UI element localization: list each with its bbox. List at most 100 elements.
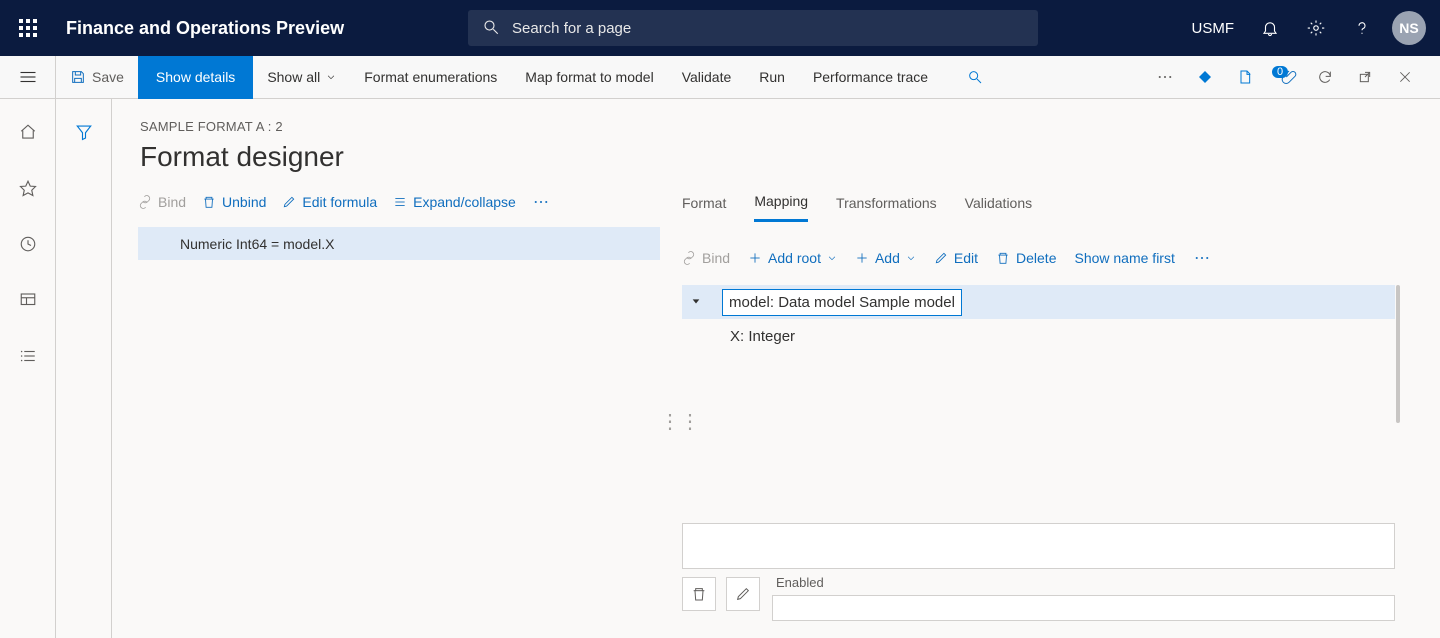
refresh-icon <box>1317 69 1333 85</box>
list-icon <box>19 347 37 365</box>
tab-format[interactable]: Format <box>682 195 726 221</box>
show-name-first-button[interactable]: Show name first <box>1074 250 1174 266</box>
waffle-icon <box>19 19 37 37</box>
modules-nav-button[interactable] <box>8 341 48 371</box>
map-format-to-model-button[interactable]: Map format to model <box>511 56 667 99</box>
recents-nav-button[interactable] <box>8 229 48 259</box>
validate-button[interactable]: Validate <box>668 56 746 99</box>
environment-label[interactable]: USMF <box>1180 20 1247 37</box>
tree-scrollbar[interactable] <box>1396 285 1400 423</box>
workspace-icon <box>19 291 37 309</box>
app-launcher[interactable] <box>0 0 56 56</box>
format-tree-row[interactable]: Numeric Int64 = model.X <box>138 227 660 260</box>
format-tree: Numeric Int64 = model.X <box>138 227 660 260</box>
edit-formula-button[interactable]: Edit formula <box>282 194 377 210</box>
add-button[interactable]: Add <box>855 250 916 266</box>
pencil-icon <box>282 195 296 209</box>
edit-formula-label: Edit formula <box>302 194 377 210</box>
tab-mapping[interactable]: Mapping <box>754 193 808 222</box>
trash-icon <box>691 586 707 602</box>
pencil-icon <box>934 251 948 265</box>
app-title: Finance and Operations Preview <box>66 18 344 39</box>
gear-icon <box>1307 19 1325 37</box>
link-icon <box>138 195 152 209</box>
save-button[interactable]: Save <box>56 56 138 99</box>
filter-icon <box>75 123 93 141</box>
close-button[interactable] <box>1386 56 1424 99</box>
search-icon <box>967 69 983 85</box>
global-search-input[interactable] <box>468 10 1038 46</box>
trash-icon <box>996 251 1010 265</box>
filter-column <box>56 99 112 638</box>
popup-button[interactable] <box>1346 56 1384 99</box>
expand-collapse-button[interactable]: Expand/collapse <box>393 194 516 210</box>
notifications-button[interactable] <box>1248 0 1292 56</box>
datasource-tree-row[interactable]: model: Data model Sample model <box>682 285 1395 319</box>
chevron-down-icon <box>906 253 916 263</box>
office-button[interactable] <box>1226 56 1264 99</box>
chevron-down-icon <box>326 72 336 82</box>
diamond-icon <box>1197 69 1213 85</box>
favorites-nav-button[interactable] <box>8 173 48 203</box>
filter-button[interactable] <box>64 117 104 147</box>
list-tree-icon <box>393 195 407 209</box>
mapping-more-button[interactable] <box>1193 249 1211 267</box>
bind-button[interactable]: Bind <box>138 194 186 210</box>
unbind-label: Unbind <box>222 194 266 210</box>
workspaces-nav-button[interactable] <box>8 285 48 315</box>
mapping-edit-button[interactable]: Edit <box>934 250 978 266</box>
tab-transformations[interactable]: Transformations <box>836 195 937 221</box>
format-more-button[interactable] <box>532 193 550 211</box>
more-actions-button[interactable] <box>1146 56 1184 99</box>
nav-toggle-button[interactable] <box>0 56 56 99</box>
datasource-row-label: X: Integer <box>730 328 795 345</box>
save-icon <box>70 69 86 85</box>
mapping-bind-button[interactable]: Bind <box>682 250 730 266</box>
detail-delete-button[interactable] <box>682 577 716 611</box>
show-details-button[interactable]: Show details <box>138 56 253 99</box>
enabled-label: Enabled <box>776 575 824 590</box>
main-content: SAMPLE FORMAT A : 2 Format designer Bind… <box>112 99 1440 638</box>
user-avatar[interactable]: NS <box>1392 11 1426 45</box>
show-all-button[interactable]: Show all <box>253 56 350 99</box>
attachments-button[interactable]: 0 <box>1266 56 1304 99</box>
expand-toggle[interactable] <box>682 295 710 309</box>
format-toolbar: Bind Unbind Edit formula Expand/collapse <box>138 193 550 211</box>
format-enumerations-button[interactable]: Format enumerations <box>350 56 511 99</box>
page-search-button[interactable] <box>956 56 994 99</box>
add-root-button[interactable]: Add root <box>748 250 837 266</box>
unbind-button[interactable]: Unbind <box>202 194 266 210</box>
format-tree-row-label: Numeric Int64 = model.X <box>180 236 334 252</box>
delete-label: Delete <box>1016 250 1056 266</box>
detail-edit-button[interactable] <box>726 577 760 611</box>
help-button[interactable] <box>1340 0 1384 56</box>
trash-icon <box>202 195 216 209</box>
pencil-icon <box>735 586 751 602</box>
tab-validations[interactable]: Validations <box>965 195 1032 221</box>
run-button[interactable]: Run <box>745 56 799 99</box>
clock-icon <box>19 235 37 253</box>
power-apps-button[interactable] <box>1186 56 1224 99</box>
refresh-button[interactable] <box>1306 56 1344 99</box>
left-navigation-rail <box>0 99 56 638</box>
help-icon <box>1353 19 1371 37</box>
search-icon <box>482 18 500 41</box>
datasource-row-label: model: Data model Sample model <box>722 289 962 316</box>
mapping-toolbar: Bind Add root Add Edit Delete Show name … <box>682 249 1211 267</box>
add-label: Add <box>875 250 900 266</box>
edit-label: Edit <box>954 250 978 266</box>
home-nav-button[interactable] <box>8 117 48 147</box>
top-header: Finance and Operations Preview USMF NS <box>0 0 1440 56</box>
breadcrumb: SAMPLE FORMAT A : 2 <box>140 119 283 134</box>
performance-trace-button[interactable]: Performance trace <box>799 56 942 99</box>
chevron-down-icon <box>827 253 837 263</box>
datasource-tree-row[interactable]: X: Integer <box>682 319 1395 353</box>
pane-splitter[interactable]: ⋮⋮ <box>660 409 700 434</box>
plus-icon <box>748 251 762 265</box>
mapping-delete-button[interactable]: Delete <box>996 250 1056 266</box>
action-bar: Save Show details Show all Format enumer… <box>0 56 1440 99</box>
settings-button[interactable] <box>1294 0 1338 56</box>
home-icon <box>19 123 37 141</box>
enabled-field[interactable] <box>772 595 1395 621</box>
mapping-bind-label: Bind <box>702 250 730 266</box>
